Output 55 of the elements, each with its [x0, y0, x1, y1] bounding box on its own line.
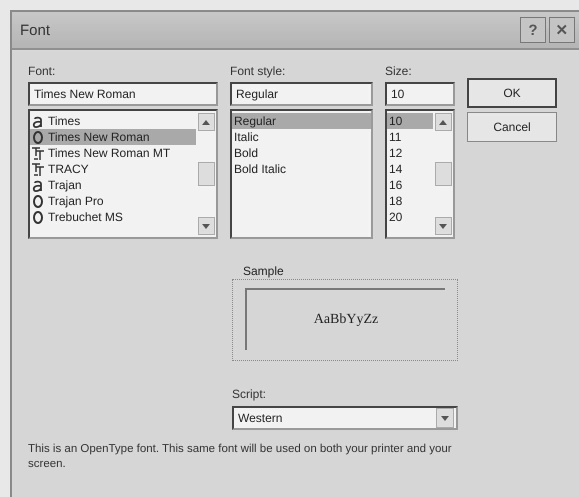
list-box[interactable]: Regular Italic Bold Bold Italic — [230, 109, 373, 239]
list-item[interactable]: 18 — [387, 193, 433, 209]
scroll-up-button[interactable] — [198, 113, 214, 131]
sample-text: AaBbYyZz — [314, 312, 378, 328]
list-item[interactable]: Bold — [232, 145, 371, 161]
window-title: Font — [20, 22, 50, 38]
input-field[interactable]: Times New Roman — [28, 82, 218, 106]
list-item[interactable]: 11 — [387, 129, 433, 145]
field-label: Script: — [232, 387, 268, 403]
input-field[interactable]: 10 — [385, 82, 455, 106]
script-dropdown[interactable]: Western — [232, 406, 458, 430]
list-item[interactable]: 16 — [387, 177, 433, 193]
list-item[interactable]: Trajan Pro — [30, 193, 196, 209]
list-item[interactable]: Trajan — [30, 177, 196, 193]
list-item[interactable]: Regular — [232, 113, 371, 129]
scroll-thumb[interactable] — [434, 162, 452, 186]
list-item[interactable]: Times — [30, 113, 196, 129]
close-button[interactable]: ✕ — [549, 17, 575, 43]
scroll-thumb[interactable] — [198, 162, 214, 186]
scroll-up-button[interactable] — [434, 113, 452, 131]
list-item[interactable]: Trebuchet MS — [30, 209, 196, 225]
truetype-font-icon — [32, 146, 44, 160]
list-item[interactable]: Bold Italic — [232, 161, 371, 177]
list-item[interactable]: 10 — [387, 113, 433, 129]
down-arrow-icon — [439, 224, 447, 228]
list-item[interactable]: Italic — [232, 129, 371, 145]
list-item[interactable]: TRACY — [30, 161, 196, 177]
up-arrow-icon — [202, 120, 210, 124]
field-label: Size: — [385, 64, 413, 80]
field-label: Font style: — [230, 64, 286, 80]
up-arrow-icon — [439, 120, 447, 124]
opentype-font-icon — [32, 130, 44, 144]
help-button[interactable]: ? — [520, 17, 546, 43]
font-description: This is an OpenType font. This same font will be used on both your printer and your screen. — [28, 442, 453, 472]
field-label: Font: — [28, 64, 56, 80]
list-box[interactable]: 10 11 12 14 16 18 20 — [385, 109, 455, 239]
down-arrow-icon — [441, 416, 449, 420]
cancel-button[interactable]: Cancel — [467, 112, 557, 142]
list-item[interactable]: 20 — [387, 209, 433, 225]
list-item[interactable]: Times New Roman — [30, 129, 196, 145]
type1-font-icon — [32, 178, 44, 192]
opentype-font-icon — [32, 210, 44, 224]
scroll-down-button[interactable] — [434, 217, 452, 235]
ok-button[interactable]: OK — [467, 78, 557, 108]
down-arrow-icon — [202, 224, 210, 228]
opentype-font-icon — [32, 194, 44, 208]
group-label: Sample — [241, 264, 286, 278]
input-field[interactable]: Regular — [230, 82, 373, 106]
truetype-font-icon — [32, 162, 44, 176]
scroll-down-button[interactable] — [198, 217, 214, 235]
list-item[interactable]: 12 — [387, 145, 433, 161]
type1-font-icon — [32, 114, 44, 128]
list-item[interactable]: Times New Roman MT — [30, 145, 196, 161]
list-box[interactable]: Times Times New Roman Times New Roman MT TRACY Trajan Trajan Pro Trebuchet MS — [28, 109, 218, 239]
list-item[interactable]: 14 — [387, 161, 433, 177]
